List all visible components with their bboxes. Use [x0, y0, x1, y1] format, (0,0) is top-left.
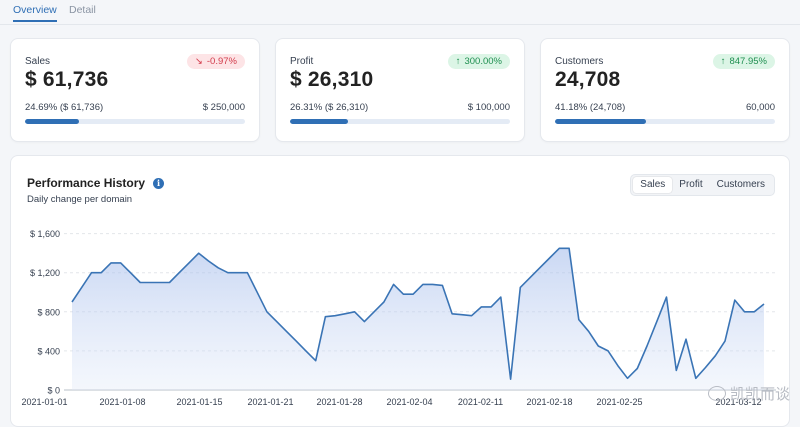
watermark: 凯凯而谈 [707, 383, 790, 404]
segment-customers[interactable]: Customers [710, 177, 772, 193]
x-tick-label: 2021-01-21 [247, 397, 293, 407]
card-label: Sales [25, 56, 51, 67]
profit-card: Profit $ 26,310 ↑ 300.00% 26.31% ($ 26,31… [275, 38, 525, 142]
progress-bar [290, 119, 510, 124]
sales-card: Sales $ 61,736 ↘ -0.97% 24.69% ($ 61,736)… [10, 38, 260, 142]
arrow-up-icon: ↑ [455, 56, 461, 67]
progress-fill [290, 119, 348, 124]
target-value: $ 250,000 [202, 102, 245, 113]
segment-profit[interactable]: Profit [672, 177, 709, 193]
card-value: 24,708 [555, 68, 621, 91]
x-tick-label: 2021-02-25 [596, 397, 642, 407]
x-tick-label: 2021-02-18 [526, 397, 572, 407]
change-badge: ↑ 300.00% [447, 54, 510, 69]
badge-text: -0.97% [206, 56, 237, 67]
y-tick-label: $ 0 [47, 386, 60, 396]
target-value: $ 100,000 [467, 102, 510, 113]
card-label: Profit [290, 56, 314, 67]
card-value: $ 61,736 [25, 68, 109, 91]
x-tick-label: 2021-02-04 [386, 397, 432, 407]
panel-subtitle: Daily change per domain [27, 194, 133, 205]
x-tick-label: 2021-01-15 [176, 397, 222, 407]
progress-text: 26.31% ($ 26,310) [290, 102, 369, 113]
progress-text: 24.69% ($ 61,736) [25, 102, 104, 113]
x-tick-label: 2021-01-08 [99, 397, 145, 407]
segment-sales[interactable]: Sales [633, 177, 673, 193]
watermark-text: 凯凯而谈 [729, 385, 790, 403]
y-tick-label: $ 1,200 [30, 268, 60, 278]
badge-text: 300.00% [464, 56, 502, 67]
x-tick-label: 2021-01-01 [21, 397, 67, 407]
progress-fill [555, 119, 646, 124]
x-tick-label: 2021-02-11 [458, 397, 503, 407]
tab-bar: Overview Detail [0, 0, 800, 25]
y-tick-label: $ 1,600 [30, 229, 60, 239]
badge-text: 847.95% [729, 56, 767, 67]
progress-fill [25, 119, 80, 124]
change-badge: ↘ -0.97% [186, 54, 245, 69]
x-tick-label: 2021-01-28 [316, 397, 362, 407]
progress-bar [25, 119, 245, 124]
tab-overview[interactable]: Overview [13, 4, 57, 22]
progress-bar [555, 119, 775, 124]
arrow-up-icon: ↑ [720, 56, 726, 67]
customers-card: Customers 24,708 ↑ 847.95% 41.18% (24,708… [540, 38, 790, 142]
target-value: 60,000 [745, 102, 775, 113]
tab-detail[interactable]: Detail [69, 4, 96, 16]
performance-panel: $ 1,600 $ 1,200 $ 800 $ 400 $ 0 2021-01-01 202… [10, 155, 790, 427]
info-icon[interactable]: i [153, 177, 165, 189]
wechat-logo-icon [707, 386, 726, 401]
arrow-down-right-icon: ↘ [194, 56, 203, 67]
y-tick-label: $ 800 [37, 307, 60, 317]
metric-toggle: Sales Profit Customers [630, 174, 775, 196]
card-value: $ 26,310 [290, 68, 374, 91]
card-label: Customers [555, 56, 604, 67]
y-tick-label: $ 400 [37, 346, 60, 356]
panel-title-text: Performance History [27, 176, 146, 190]
series-area [72, 248, 764, 390]
change-badge: ↑ 847.95% [712, 54, 775, 69]
panel-title: Performance History i [27, 176, 165, 190]
progress-text: 41.18% (24,708) [555, 102, 626, 113]
